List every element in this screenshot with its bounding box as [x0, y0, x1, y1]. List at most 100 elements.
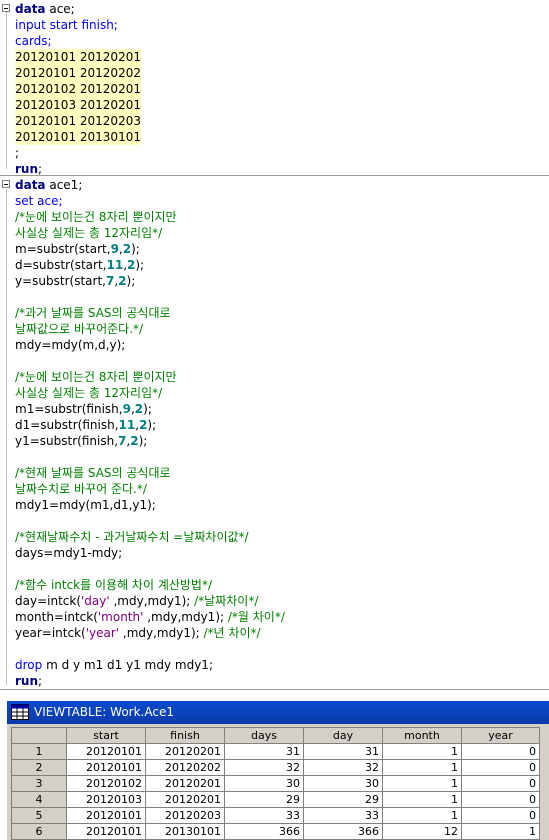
- cell-start[interactable]: 20120101: [66, 823, 146, 840]
- viewtable-window[interactable]: VIEWTABLE: Work.Ace1 start finish days d…: [6, 700, 549, 840]
- cell-year[interactable]: 1: [461, 823, 540, 840]
- code-text: );: [135, 258, 145, 272]
- column-header-finish[interactable]: finish: [145, 727, 225, 744]
- code-line: 20120101 20120203: [0, 113, 549, 129]
- code-text: y=substr(start,: [15, 274, 106, 288]
- cell-month[interactable]: 1: [382, 743, 462, 760]
- code-line: run;: [0, 673, 549, 689]
- cell-day[interactable]: 29: [303, 791, 383, 808]
- cell-days[interactable]: 366: [224, 823, 304, 840]
- number: 2: [130, 434, 139, 448]
- data-line: 20120101 20130101: [15, 129, 141, 145]
- cell-days[interactable]: 32: [224, 759, 304, 776]
- corner-cell[interactable]: [11, 727, 67, 744]
- number: 11: [118, 418, 136, 432]
- cell-start[interactable]: 20120101: [66, 743, 146, 760]
- cell-day[interactable]: 32: [303, 759, 383, 776]
- cell-year[interactable]: 0: [461, 759, 540, 776]
- cell-days[interactable]: 31: [224, 743, 304, 760]
- cell-year[interactable]: 0: [461, 807, 540, 824]
- string: 'month': [97, 610, 144, 624]
- cell-finish[interactable]: 20120201: [145, 743, 225, 760]
- cell-days[interactable]: 30: [224, 775, 304, 792]
- cell-start[interactable]: 20120103: [66, 791, 146, 808]
- window-titlebar[interactable]: VIEWTABLE: Work.Ace1: [7, 701, 549, 724]
- code-text: mdy=mdy(m,d,y);: [15, 338, 126, 352]
- cell-finish[interactable]: 20130101: [145, 823, 225, 840]
- row-header[interactable]: 5: [11, 807, 67, 824]
- keyword: run: [15, 162, 39, 176]
- table-row: 4 20120103 20120201 29 29 1 0: [11, 791, 540, 808]
- column-header-days[interactable]: days: [224, 727, 304, 744]
- cell-day[interactable]: 366: [303, 823, 383, 840]
- data-grid[interactable]: start finish days day month year 1 20120…: [11, 727, 540, 840]
- collapse-icon[interactable]: [2, 180, 10, 188]
- cell-month[interactable]: 1: [382, 791, 462, 808]
- cell-day[interactable]: 31: [303, 743, 383, 760]
- column-header-start[interactable]: start: [66, 727, 146, 744]
- code-text: ;: [38, 162, 43, 176]
- comment: /*월 차이*/: [227, 610, 285, 624]
- cell-day[interactable]: 30: [303, 775, 383, 792]
- cell-finish[interactable]: 20120203: [145, 807, 225, 824]
- row-header[interactable]: 1: [11, 743, 67, 760]
- cell-day[interactable]: 33: [303, 807, 383, 824]
- column-header-month[interactable]: month: [382, 727, 462, 744]
- code-line: /*눈에 보이는건 8자리 뿐이지만: [0, 369, 549, 385]
- cell-month[interactable]: 1: [382, 807, 462, 824]
- code-text: ;: [15, 146, 20, 160]
- cell-finish[interactable]: 20120201: [145, 791, 225, 808]
- cell-days[interactable]: 29: [224, 791, 304, 808]
- code-line: input start finish;: [0, 17, 549, 33]
- row-header[interactable]: 6: [11, 823, 67, 840]
- cell-start[interactable]: 20120101: [66, 807, 146, 824]
- code-text: mdy1=mdy(m1,d1,y1);: [15, 498, 156, 512]
- code-text: days=mdy1-mdy;: [15, 546, 123, 560]
- comment: /*년 차이*/: [203, 626, 261, 640]
- row-header[interactable]: 2: [11, 759, 67, 776]
- cell-month[interactable]: 1: [382, 775, 462, 792]
- cell-start[interactable]: 20120102: [66, 775, 146, 792]
- cell-year[interactable]: 0: [461, 743, 540, 760]
- code-line: mdy1=mdy(m1,d1,y1);: [0, 497, 549, 513]
- collapse-icon[interactable]: [2, 4, 10, 12]
- column-header-year[interactable]: year: [461, 727, 540, 744]
- table-row: 6 20120101 20130101 366 366 12 1: [11, 823, 540, 840]
- comment: /*눈에 보이는건 8자리 뿐이지만: [15, 370, 177, 384]
- code-line: 20120101 20120202: [0, 65, 549, 81]
- row-header[interactable]: 4: [11, 791, 67, 808]
- number: 2: [122, 242, 132, 256]
- code-line: /*눈에 보이는건 8자리 뿐이지만: [0, 209, 549, 225]
- row-header[interactable]: 3: [11, 775, 67, 792]
- data-line: 20120101 20120203: [15, 113, 141, 129]
- code-text: ace1;: [45, 178, 83, 192]
- code-text: ;: [38, 674, 43, 688]
- code-line: d1=substr(finish,11,2);: [0, 417, 549, 433]
- number: 2: [118, 274, 127, 288]
- code-text: year=intck(: [15, 626, 86, 640]
- code-line: m=substr(start,9,2);: [0, 241, 549, 257]
- cell-finish[interactable]: 20120202: [145, 759, 225, 776]
- code-text: );: [138, 434, 148, 448]
- code-text: );: [131, 242, 140, 256]
- cell-finish[interactable]: 20120201: [145, 775, 225, 792]
- header-row: start finish days day month year: [11, 727, 540, 744]
- cell-year[interactable]: 0: [461, 791, 540, 808]
- code-line: month=intck('month' ,mdy,mdy1); /*월 차이*/: [0, 609, 549, 625]
- cell-year[interactable]: 0: [461, 775, 540, 792]
- code-line: data ace1;: [0, 177, 549, 193]
- code-text: day=intck(: [15, 594, 81, 608]
- code-text: m1=substr(finish,: [15, 402, 123, 416]
- program-editor[interactable]: data ace; input start finish; cards; 201…: [0, 0, 549, 696]
- cell-month[interactable]: 12: [382, 823, 462, 840]
- cell-start[interactable]: 20120101: [66, 759, 146, 776]
- code-line: data ace;: [0, 1, 549, 17]
- code-line: days=mdy1-mdy;: [0, 545, 549, 561]
- column-header-day[interactable]: day: [303, 727, 383, 744]
- keyword: data: [15, 2, 46, 16]
- code-line: year=intck('year' ,mdy,mdy1); /*년 차이*/: [0, 625, 549, 641]
- number: 9: [110, 242, 119, 256]
- cell-month[interactable]: 1: [382, 759, 462, 776]
- comment: 사실상 실제는 총 12자리임*/: [15, 386, 163, 400]
- cell-days[interactable]: 33: [224, 807, 304, 824]
